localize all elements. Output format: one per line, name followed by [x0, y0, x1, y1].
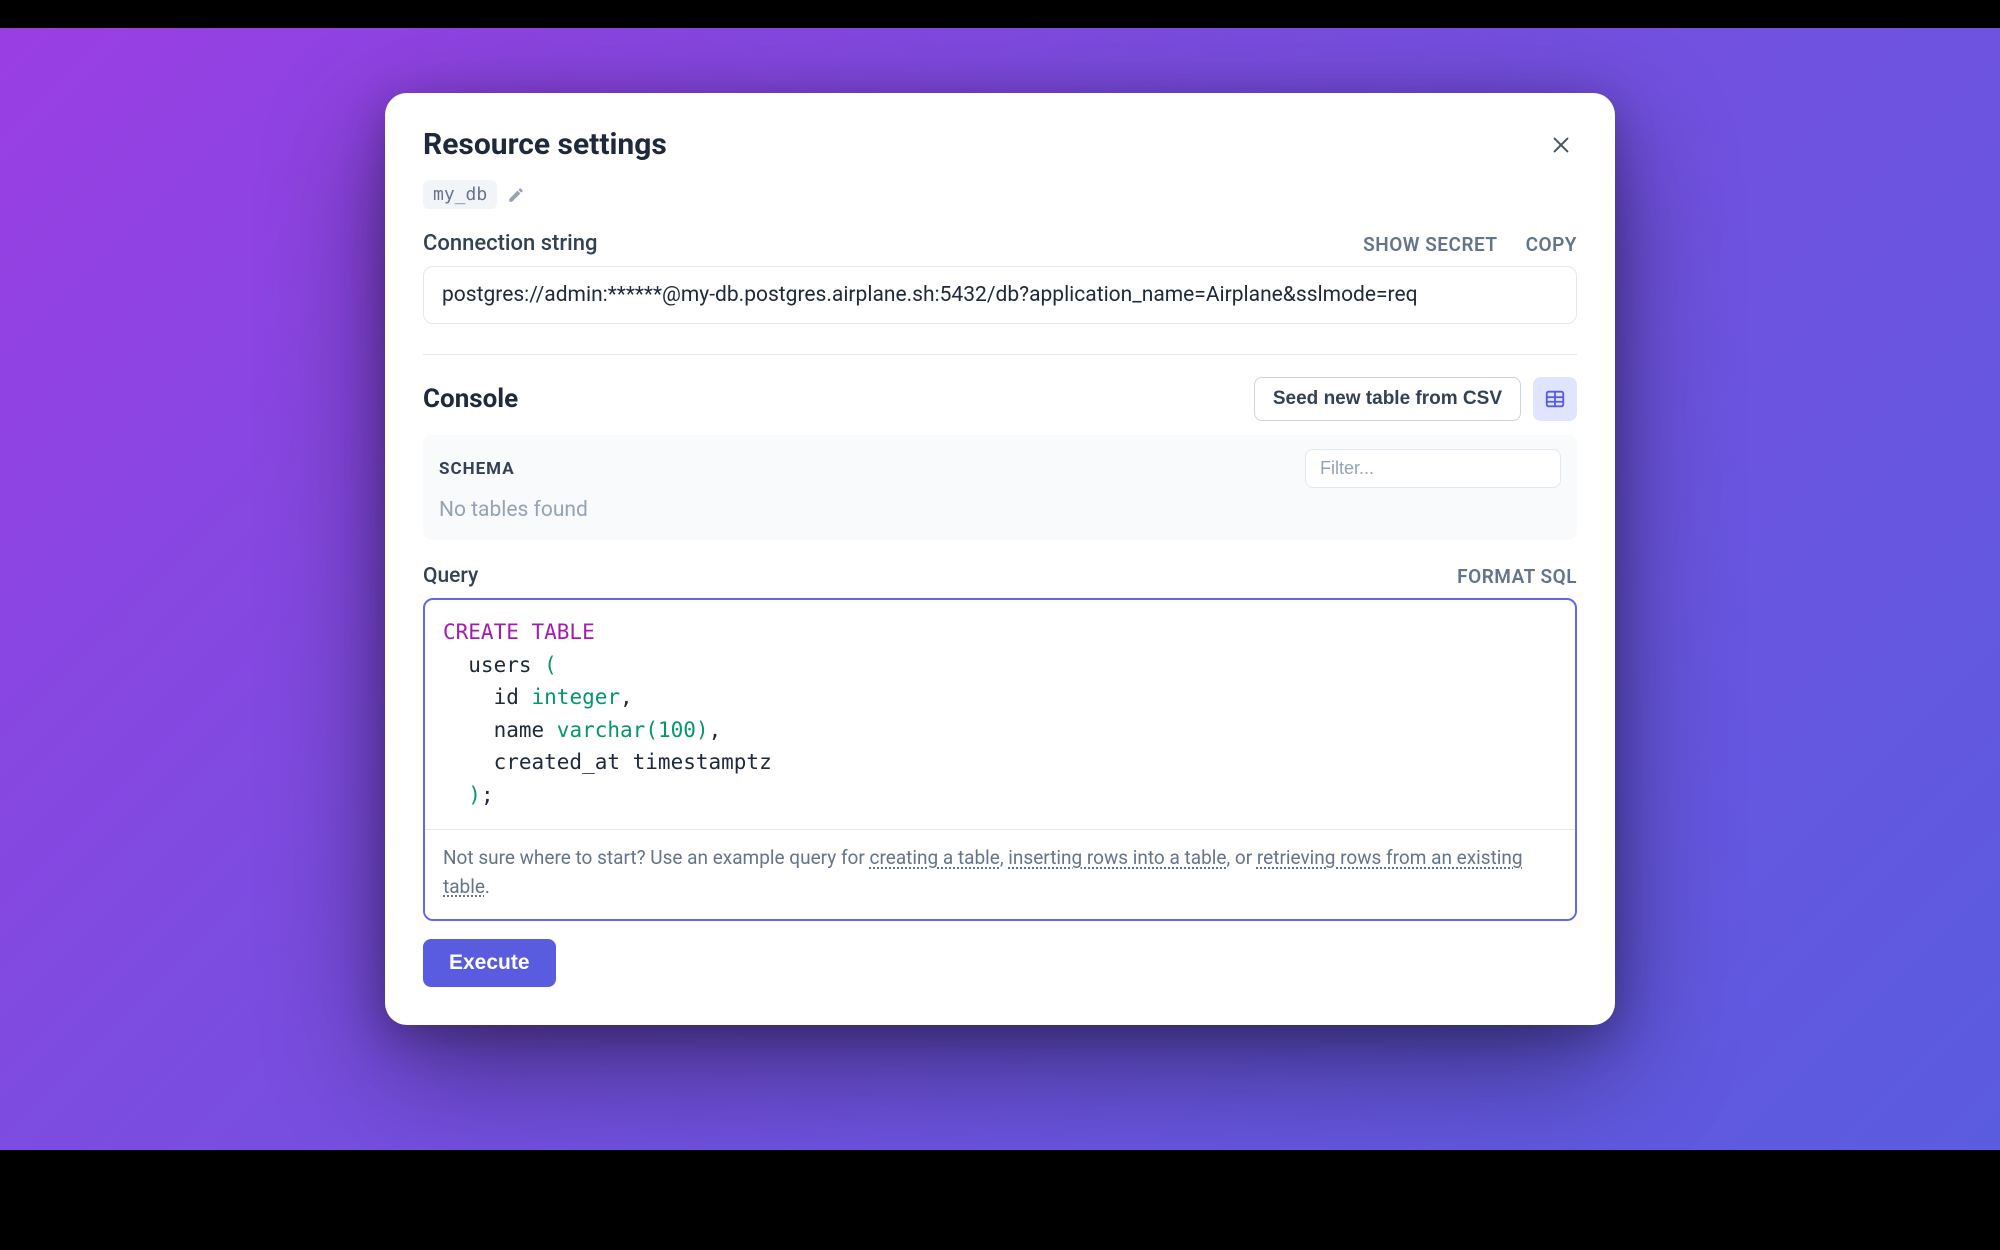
hint-text: Not sure where to start? Use an example … — [443, 846, 870, 869]
copy-button[interactable]: COPY — [1526, 233, 1577, 256]
execute-button[interactable]: Execute — [423, 939, 556, 987]
table-view-button[interactable] — [1533, 377, 1577, 421]
background-panel: Resource settings my_db Connection strin… — [0, 28, 2000, 1150]
table-icon — [1544, 388, 1566, 410]
schema-panel: SCHEMA No tables found — [423, 435, 1577, 540]
db-name-chip[interactable]: my_db — [423, 180, 497, 209]
format-sql-button[interactable]: FORMAT SQL — [1457, 565, 1577, 588]
hint-link-insert-rows[interactable]: inserting rows into a table — [1008, 846, 1226, 869]
query-code[interactable]: CREATE TABLE users ( id integer, name va… — [425, 600, 1575, 829]
modal-title: Resource settings — [423, 127, 667, 162]
schema-label: SCHEMA — [439, 459, 515, 479]
connection-string-label: Connection string — [423, 231, 598, 256]
divider — [423, 354, 1577, 355]
no-tables-message: No tables found — [439, 498, 1561, 522]
query-editor[interactable]: CREATE TABLE users ( id integer, name va… — [423, 598, 1577, 921]
seed-new-table-button[interactable]: Seed new table from CSV — [1254, 377, 1521, 421]
query-hint: Not sure where to start? Use an example … — [425, 829, 1575, 919]
close-button[interactable] — [1545, 129, 1577, 161]
resource-settings-modal: Resource settings my_db Connection strin… — [385, 93, 1615, 1025]
hint-link-create-table[interactable]: creating a table — [870, 846, 1000, 869]
rename-db-button[interactable] — [503, 182, 529, 208]
schema-filter-input[interactable] — [1305, 449, 1561, 488]
query-label: Query — [423, 564, 478, 588]
close-icon — [1550, 134, 1572, 156]
connection-string-value[interactable]: postgres://admin:******@my-db.postgres.a… — [423, 266, 1577, 324]
show-secret-button[interactable]: SHOW SECRET — [1363, 233, 1497, 256]
console-title: Console — [423, 384, 518, 414]
pencil-icon — [507, 186, 525, 204]
